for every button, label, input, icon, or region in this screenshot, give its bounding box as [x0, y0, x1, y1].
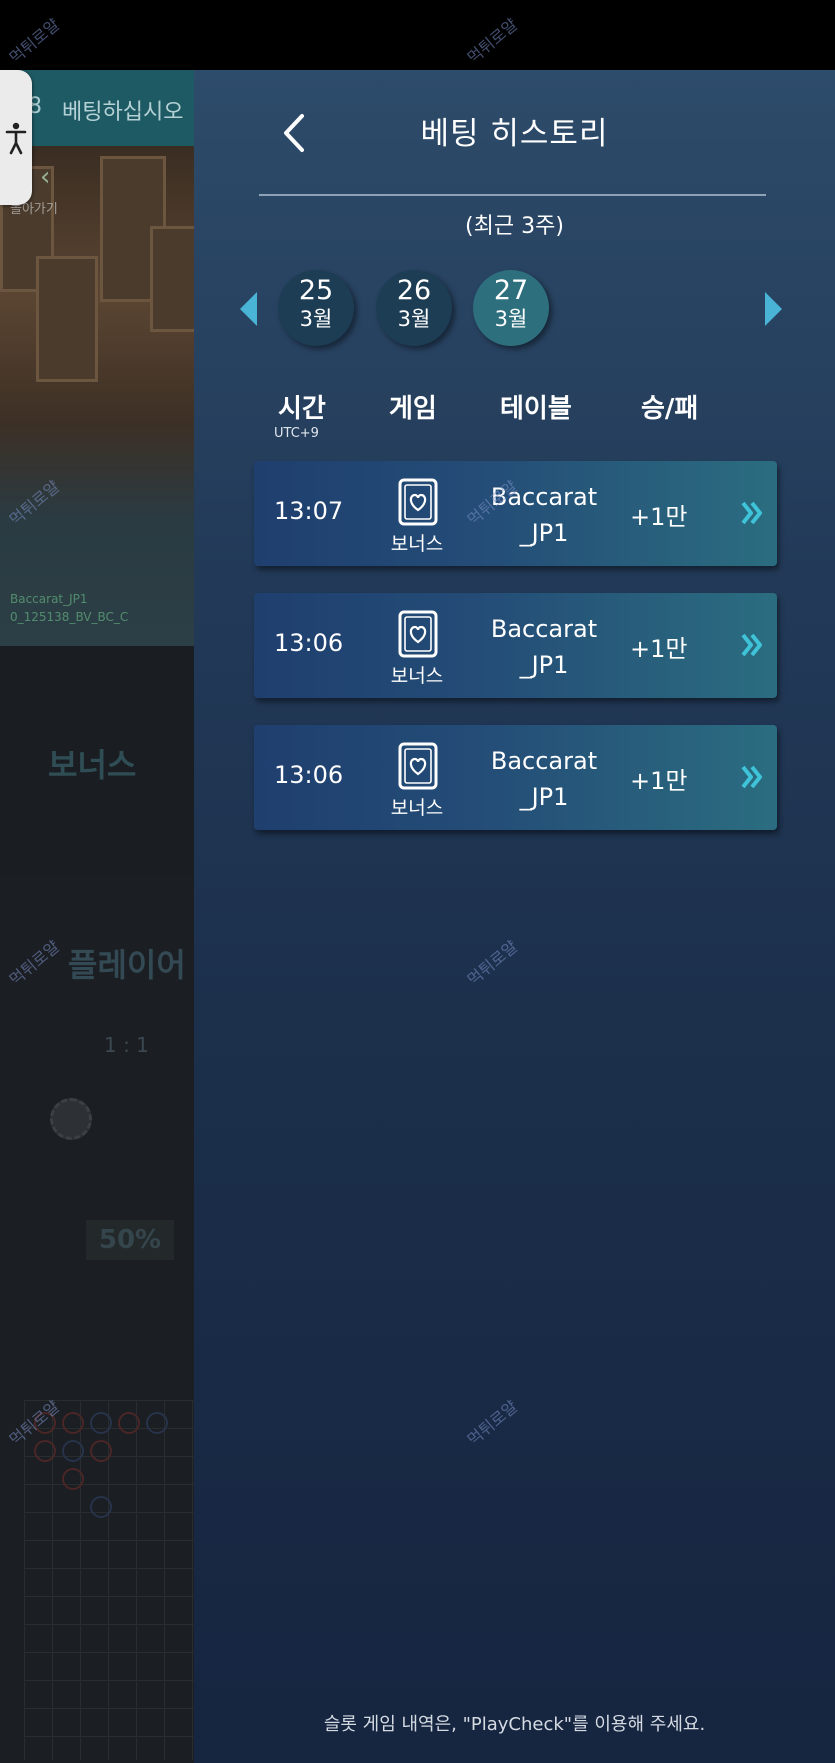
title-divider — [259, 194, 766, 196]
row-time: 13:06 — [274, 761, 344, 789]
background-bonus-label: 보너스 — [48, 746, 137, 784]
accessibility-icon — [5, 122, 27, 154]
history-row[interactable]: 13:07 보너스 Baccarat _JP1 +1만 — [254, 461, 777, 566]
column-header-game: 게임 — [389, 394, 437, 424]
date-button-26[interactable]: 26 3월 — [376, 270, 452, 346]
row-game: 보너스 — [390, 533, 444, 555]
accessibility-button[interactable] — [0, 70, 32, 205]
background-chip-icon — [50, 1098, 92, 1140]
row-result: +1만 — [630, 767, 688, 795]
double-chevron-right-icon — [741, 633, 762, 657]
row-game: 보너스 — [390, 797, 444, 819]
row-table: Baccarat _JP1 — [490, 747, 598, 811]
row-table: Baccarat _JP1 — [490, 615, 598, 679]
triangle-right-icon — [765, 292, 782, 326]
triangle-left-icon — [240, 292, 257, 326]
background-caption: Baccarat_JP1 0_125138_BV_BC_C — [10, 592, 129, 624]
next-date-button[interactable] — [764, 290, 784, 328]
bet-history-panel: 베팅 히스토리 (최근 3주) 25 3월 26 3월 27 3월 시간 UTC… — [194, 70, 835, 1763]
card-heart-icon — [398, 610, 438, 658]
page-title: 베팅 히스토리 — [420, 116, 609, 152]
column-header-result: 승/패 — [641, 394, 699, 424]
row-time: 13:07 — [274, 497, 344, 525]
double-chevron-right-icon — [741, 501, 762, 525]
background-live-video — [0, 146, 194, 646]
card-heart-icon — [398, 478, 438, 526]
row-table: Baccarat _JP1 — [490, 483, 598, 547]
date-button-27[interactable]: 27 3월 — [473, 270, 549, 346]
row-game: 보너스 — [390, 665, 444, 687]
background-back-icon: ‹ — [40, 162, 51, 192]
background-game-view: 8 베팅하십시오 ‹ 돌아가기 Baccarat_JP1 0_125138_BV… — [0, 70, 194, 1763]
background-title: 베팅하십시오 — [62, 100, 184, 125]
footer-note: 슬롯 게임 내역은, "PlayCheck"를 이용해 주세요. — [323, 1714, 706, 1735]
prev-date-button[interactable] — [238, 290, 258, 328]
card-heart-icon — [398, 742, 438, 790]
background-percent: 50% — [86, 1220, 174, 1260]
column-header-table: 테이블 — [500, 394, 572, 424]
history-row[interactable]: 13:06 보너스 Baccarat _JP1 +1만 — [254, 593, 777, 698]
page-subtitle: (최근 3주) — [465, 214, 564, 239]
history-row[interactable]: 13:06 보너스 Baccarat _JP1 +1만 — [254, 725, 777, 830]
background-ratio: 1 : 1 — [104, 1033, 149, 1057]
background-player-label: 플레이어 — [68, 946, 186, 984]
column-header-time: 시간 — [278, 394, 326, 424]
row-time: 13:06 — [274, 629, 344, 657]
date-button-25[interactable]: 25 3월 — [278, 270, 354, 346]
column-header-timezone: UTC+9 — [274, 426, 319, 441]
row-result: +1만 — [630, 635, 688, 663]
double-chevron-right-icon — [741, 765, 762, 789]
row-result: +1만 — [630, 503, 688, 531]
status-bar — [0, 0, 835, 70]
background-scoreboard — [24, 1400, 194, 1760]
